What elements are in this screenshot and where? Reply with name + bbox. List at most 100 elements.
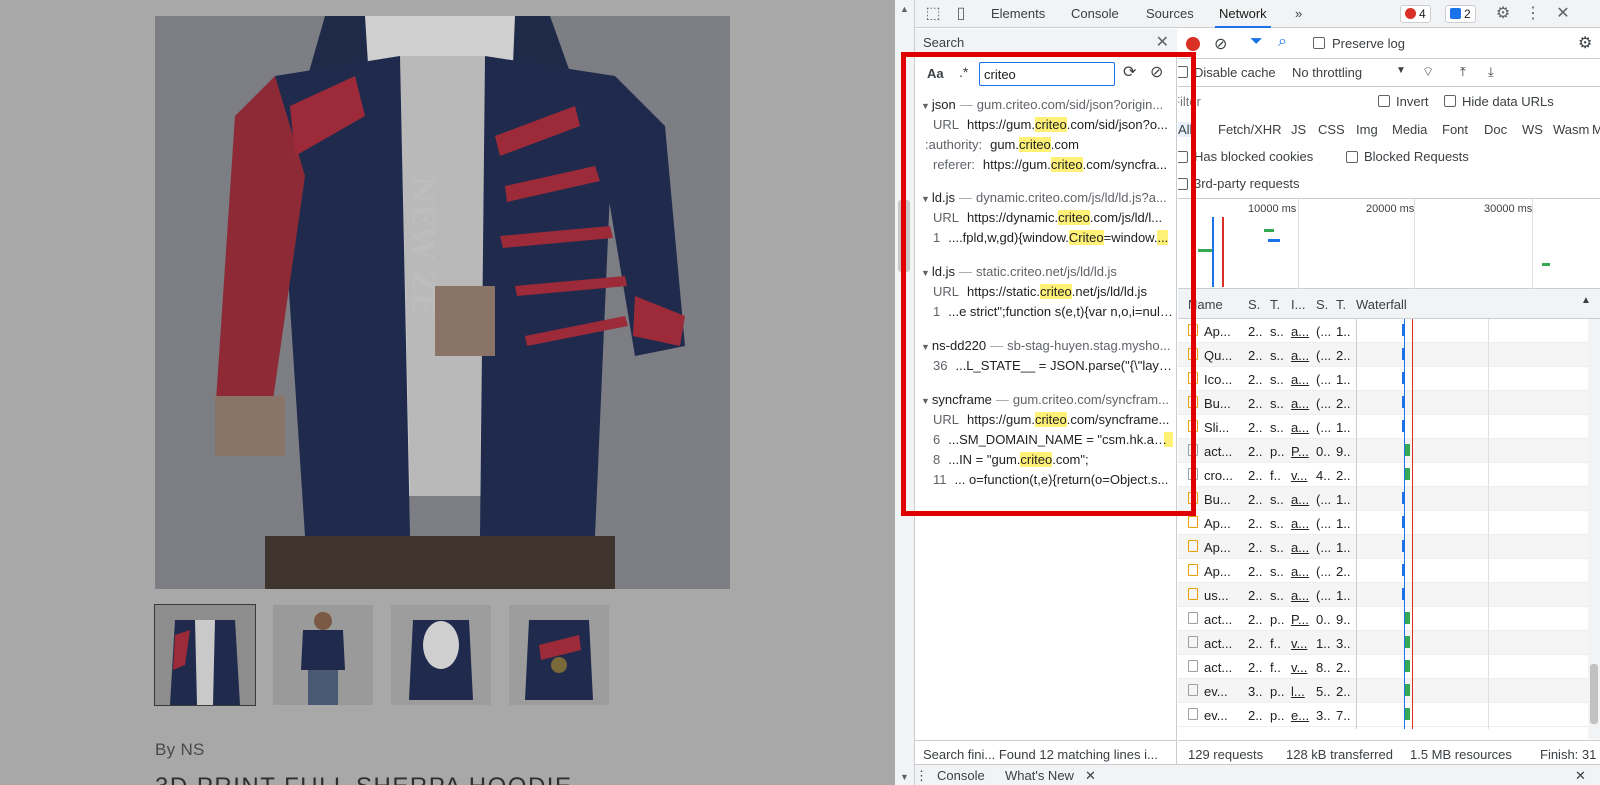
record-icon[interactable]	[1186, 37, 1200, 51]
table-row[interactable]: Ap... 2.. s.. a... (... 1..	[1178, 535, 1588, 559]
match-case-toggle[interactable]: Aa	[927, 66, 944, 81]
result-file-header[interactable]: ▼ syncframe — gum.criteo.com/syncfram...	[921, 392, 1171, 410]
col-type[interactable]: T.	[1270, 297, 1280, 312]
table-row[interactable]: Sli... 2.. s.. a... (... 1..	[1178, 415, 1588, 439]
result-line[interactable]: URL https://dynamic.criteo.com/js/ld/l...	[933, 210, 1173, 228]
cell-initiator[interactable]: e...	[1291, 708, 1309, 723]
inspect-element-icon[interactable]: ⬚	[923, 4, 943, 24]
table-row[interactable]: ev... 2.. p.. e... 3.. 7..	[1178, 703, 1588, 727]
table-row[interactable]: cro... 2.. f.. v... 4.. 2..	[1178, 463, 1588, 487]
messages-badge[interactable]: 2	[1445, 5, 1476, 23]
filter-input[interactable]	[1178, 91, 1362, 111]
blocked-requests-checkbox[interactable]	[1346, 151, 1358, 163]
result-line[interactable]: URL https://gum.criteo.com/syncframe...	[933, 412, 1173, 430]
cell-initiator[interactable]: a...	[1291, 348, 1309, 363]
col-name[interactable]: Name	[1188, 297, 1223, 312]
import-har-icon[interactable]: ⤒	[1460, 64, 1466, 80]
regex-toggle[interactable]: .*	[959, 64, 968, 80]
clear-log-icon[interactable]: ⊘	[1214, 34, 1227, 54]
third-party-checkbox[interactable]	[1178, 178, 1188, 190]
cell-initiator[interactable]: a...	[1291, 420, 1309, 435]
type-filter-ws[interactable]: WS	[1522, 122, 1543, 137]
tab-sources[interactable]: Sources	[1142, 0, 1198, 28]
result-line[interactable]: 36 ...L_STATE__ = JSON.parse("{\"layout..…	[933, 358, 1173, 376]
type-filter-manifest[interactable]: M	[1592, 122, 1600, 137]
product-thumbnail-3[interactable]	[391, 605, 491, 705]
cell-initiator[interactable]: P...	[1291, 444, 1309, 459]
table-row[interactable]: act... 2.. f.. v... 1.. 3..	[1178, 631, 1588, 655]
result-line[interactable]: 8 ...IN = "gum.criteo.com";	[933, 452, 1173, 470]
col-waterfall[interactable]: Waterfall	[1356, 297, 1407, 312]
result-line[interactable]: :authority: gum.criteo.com	[925, 137, 1165, 155]
col-status[interactable]: S.	[1248, 297, 1260, 312]
drawer-tab-console[interactable]: Console	[937, 768, 985, 783]
cell-initiator[interactable]: a...	[1291, 564, 1309, 579]
blocked-cookies-checkbox[interactable]	[1178, 151, 1188, 163]
chevron-down-icon[interactable]: ▼	[1396, 65, 1406, 76]
table-row[interactable]: Ap... 2.. s.. a... (... 1..	[1178, 319, 1588, 343]
cell-initiator[interactable]: v...	[1291, 468, 1307, 483]
type-filter-font[interactable]: Font	[1442, 122, 1468, 137]
close-devtools-icon[interactable]: ✕	[1553, 4, 1573, 24]
cell-initiator[interactable]: a...	[1291, 588, 1309, 603]
type-filter-css[interactable]: CSS	[1318, 122, 1345, 137]
scroll-up-icon[interactable]: ▲	[900, 4, 909, 14]
close-search-icon[interactable]: ✕	[1156, 32, 1169, 52]
invert-checkbox[interactable]	[1378, 95, 1390, 107]
cell-initiator[interactable]: a...	[1291, 540, 1309, 555]
search-input[interactable]	[979, 62, 1115, 86]
type-filter-media[interactable]: Media	[1392, 122, 1427, 137]
requests-scrollbar[interactable]	[1588, 319, 1600, 739]
network-overview-timeline[interactable]: 10000 ms 20000 ms 30000 ms	[1178, 199, 1600, 289]
result-file-header[interactable]: ▼ ns-dd220— sb-stag-huyen.stag.mysho...	[921, 338, 1171, 356]
col-size[interactable]: S.	[1316, 297, 1328, 312]
filter-icon[interactable]: ⏷	[1250, 33, 1263, 51]
more-options-icon[interactable]: ⋮	[1523, 4, 1543, 24]
device-toolbar-icon[interactable]: ▯	[951, 4, 971, 24]
cell-initiator[interactable]: v...	[1291, 660, 1307, 675]
settings-gear-icon[interactable]: ⚙	[1493, 4, 1513, 24]
cell-initiator[interactable]: a...	[1291, 372, 1309, 387]
result-line[interactable]: referer: https://gum.criteo.com/syncfra..…	[933, 157, 1173, 175]
type-filter-img[interactable]: Img	[1356, 122, 1378, 137]
type-filter-js[interactable]: JS	[1291, 122, 1306, 137]
preserve-log-checkbox[interactable]	[1313, 37, 1325, 49]
col-time[interactable]: T.	[1336, 297, 1346, 312]
cell-initiator[interactable]: P...	[1291, 612, 1309, 627]
table-row[interactable]: ev... 3.. p.. l... 5.. 2..	[1178, 679, 1588, 703]
result-file-header[interactable]: ▼ ld.js — dynamic.criteo.com/js/ld/ld.js?a.…	[921, 190, 1171, 208]
type-filter-all[interactable]: All	[1178, 122, 1193, 137]
drawer-tab-whats-new[interactable]: What's New	[1005, 768, 1074, 783]
type-filter-doc[interactable]: Doc	[1484, 122, 1507, 137]
result-file-header[interactable]: ▼ json — gum.criteo.com/sid/json?origin...	[921, 97, 1171, 115]
result-line[interactable]: 1 ...e strict";function s(e,t){var n,o,i=…	[933, 304, 1173, 322]
sort-up-icon[interactable]: ▲	[1581, 295, 1591, 306]
scrollbar-thumb[interactable]	[898, 200, 910, 272]
result-file-header[interactable]: ▼ ld.js — static.criteo.net/js/ld/ld.js	[921, 264, 1171, 282]
close-drawer-icon[interactable]: ✕	[1575, 768, 1586, 784]
disable-cache-checkbox[interactable]	[1178, 66, 1188, 78]
search-icon[interactable]: ⌕	[1278, 33, 1287, 51]
result-line[interactable]: 11 ... o=function(t,e){return(o=Object.s.…	[933, 472, 1173, 490]
result-line[interactable]: URL https://static.criteo.net/js/ld/ld.js	[933, 284, 1173, 302]
table-row[interactable]: act... 2.. p.. P... 0.. 9..	[1178, 439, 1588, 463]
result-line[interactable]: 1 ....fpld,w,gd){window.Criteo=window....	[933, 230, 1173, 248]
drawer-menu-icon[interactable]: ⋮	[915, 768, 928, 784]
more-tabs-icon[interactable]: »	[1291, 0, 1306, 28]
table-row[interactable]: us... 2.. s.. a... (... 1..	[1178, 583, 1588, 607]
table-row[interactable]: Ico... 2.. s.. a... (... 1..	[1178, 367, 1588, 391]
table-row[interactable]: Qu... 2.. s.. a... (... 2..	[1178, 343, 1588, 367]
network-settings-icon[interactable]: ⚙	[1578, 33, 1592, 53]
errors-badge[interactable]: 4	[1400, 5, 1431, 23]
devtools-left-scrollbar[interactable]: ▲ ▼	[895, 0, 915, 785]
table-row[interactable]: act... 2.. f.. v... 8.. 2..	[1178, 655, 1588, 679]
result-line[interactable]: 6...SM_DOMAIN_NAME = "csm.hk.as.c...	[933, 432, 1173, 450]
table-row[interactable]: Bu... 2.. s.. a... (... 1..	[1178, 487, 1588, 511]
tab-network[interactable]: Network	[1215, 0, 1271, 28]
clear-search-icon[interactable]: ⊘	[1150, 62, 1163, 82]
table-row[interactable]: act... 2.. p.. P... 0.. 9..	[1178, 607, 1588, 631]
export-har-icon[interactable]: ⤓	[1488, 64, 1494, 80]
table-row[interactable]: Ap... 2.. s.. a... (... 2..	[1178, 559, 1588, 583]
tab-elements[interactable]: Elements	[987, 0, 1049, 28]
product-thumbnail-1[interactable]	[154, 604, 256, 706]
